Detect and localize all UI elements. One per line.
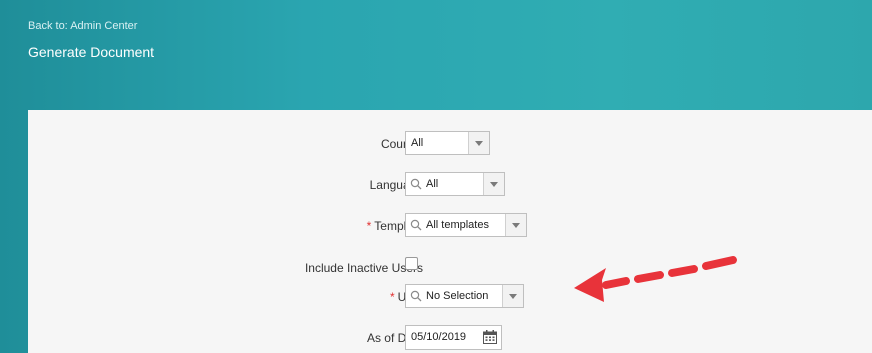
country-row: Country All bbox=[28, 131, 872, 157]
as-of-date-row: As of Date 05/10/2019 bbox=[28, 325, 872, 351]
page-header: Back to: Admin Center Generate Document bbox=[0, 0, 872, 110]
chevron-down-icon[interactable] bbox=[468, 132, 489, 154]
generate-document-form: Country All Language All * Template All t… bbox=[28, 110, 872, 353]
chevron-down-icon[interactable] bbox=[505, 214, 526, 236]
red-dashed-arrow-annotation bbox=[574, 256, 737, 302]
language-select[interactable]: All bbox=[405, 172, 505, 196]
chevron-down-icon[interactable] bbox=[483, 173, 504, 195]
search-icon bbox=[410, 290, 422, 302]
country-value: All bbox=[411, 137, 424, 149]
template-select[interactable]: All templates bbox=[405, 213, 527, 237]
required-marker: * bbox=[366, 219, 372, 233]
calendar-icon[interactable] bbox=[482, 329, 498, 345]
language-value: All bbox=[426, 178, 439, 190]
required-marker: * bbox=[389, 290, 395, 304]
page-title: Generate Document bbox=[28, 44, 155, 60]
user-value: No Selection bbox=[426, 290, 489, 302]
template-value: All templates bbox=[426, 219, 489, 231]
user-select[interactable]: No Selection bbox=[405, 284, 524, 308]
as-of-date-value: 05/10/2019 bbox=[411, 331, 467, 343]
language-row: Language All bbox=[28, 172, 872, 198]
country-select[interactable]: All bbox=[405, 131, 490, 155]
search-icon bbox=[410, 178, 422, 190]
chevron-down-icon[interactable] bbox=[502, 285, 523, 307]
search-icon bbox=[410, 219, 422, 231]
back-link[interactable]: Back to: Admin Center bbox=[28, 20, 137, 32]
user-row: *User No Selection bbox=[28, 284, 872, 310]
as-of-date-input[interactable]: 05/10/2019 bbox=[405, 325, 502, 350]
include-inactive-row: Include Inactive Users bbox=[28, 255, 872, 281]
template-row: * Template All templates bbox=[28, 213, 872, 239]
include-inactive-checkbox[interactable] bbox=[405, 257, 418, 270]
